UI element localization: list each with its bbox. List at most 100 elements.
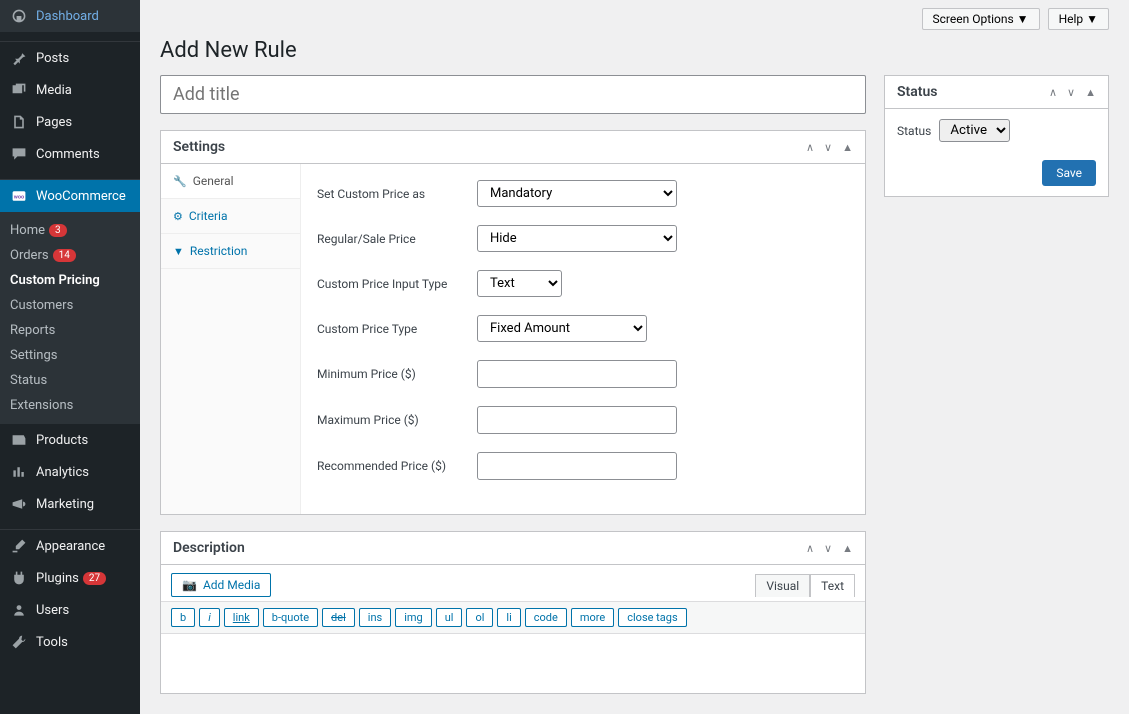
move-down-icon[interactable]: ∨ bbox=[824, 542, 832, 555]
field-label: Custom Price Type bbox=[317, 322, 477, 336]
qt-b[interactable]: b bbox=[171, 608, 195, 627]
megaphone-icon bbox=[10, 496, 28, 512]
tab-text[interactable]: Text bbox=[810, 574, 855, 597]
settings-postbox: Settings ∧ ∨ ▲ 🔧General ⚙Criteria ▼Restr… bbox=[160, 130, 866, 515]
qt-img[interactable]: img bbox=[395, 608, 432, 627]
sidebar-label: Products bbox=[36, 433, 88, 448]
sidebar-label: Comments bbox=[36, 147, 100, 162]
recommended-price-input[interactable] bbox=[477, 452, 677, 480]
submenu-label: Reports bbox=[10, 323, 55, 338]
move-up-icon[interactable]: ∧ bbox=[806, 141, 814, 154]
custom-price-type-select[interactable]: Fixed Amount bbox=[477, 315, 647, 342]
save-button[interactable]: Save bbox=[1042, 160, 1096, 186]
main-content: Screen Options ▼ Help ▼ Add New Rule Set… bbox=[140, 0, 1129, 714]
comments-icon bbox=[10, 146, 28, 162]
sidebar-item-posts[interactable]: Posts bbox=[0, 42, 140, 74]
sidebar-item-users[interactable]: Users bbox=[0, 594, 140, 626]
status-select[interactable]: Active bbox=[939, 119, 1010, 142]
submenu-label: Status bbox=[10, 373, 47, 388]
brush-icon bbox=[10, 538, 28, 554]
move-down-icon[interactable]: ∨ bbox=[824, 141, 832, 154]
dashboard-icon bbox=[10, 8, 28, 24]
submenu-item-customers[interactable]: Customers bbox=[0, 293, 140, 318]
sidebar-label: Posts bbox=[36, 51, 69, 66]
submenu-label: Orders bbox=[10, 248, 49, 263]
add-media-button[interactable]: 📷Add Media bbox=[171, 573, 271, 597]
move-up-icon[interactable]: ∧ bbox=[806, 542, 814, 555]
regular-sale-price-select[interactable]: Hide bbox=[477, 225, 677, 252]
screen-options-button[interactable]: Screen Options ▼ bbox=[922, 8, 1040, 30]
postbox-header: Status ∧ ∨ ▲ bbox=[885, 76, 1108, 109]
qt-ins[interactable]: ins bbox=[359, 608, 391, 627]
qt-del[interactable]: del bbox=[322, 608, 355, 627]
gear-icon: ⚙ bbox=[173, 210, 183, 223]
field-label: Recommended Price ($) bbox=[317, 459, 477, 473]
submenu-item-extensions[interactable]: Extensions bbox=[0, 393, 140, 418]
status-postbox: Status ∧ ∨ ▲ Status Active Save bbox=[884, 75, 1109, 197]
tab-visual[interactable]: Visual bbox=[755, 574, 810, 597]
sidebar-item-media[interactable]: Media bbox=[0, 74, 140, 106]
pin-icon bbox=[10, 50, 28, 66]
maximum-price-input[interactable] bbox=[477, 406, 677, 434]
postbox-title: Status bbox=[897, 84, 937, 100]
submenu-item-status[interactable]: Status bbox=[0, 368, 140, 393]
minimum-price-input[interactable] bbox=[477, 360, 677, 388]
field-label: Set Custom Price as bbox=[317, 187, 477, 201]
custom-price-input-type-select[interactable]: Text bbox=[477, 270, 562, 297]
admin-sidebar: Dashboard Posts Media Pages Comments woo… bbox=[0, 0, 140, 714]
svg-text:woo: woo bbox=[14, 194, 24, 200]
status-label: Status bbox=[897, 124, 931, 138]
submenu-label: Home bbox=[10, 223, 45, 238]
sidebar-item-products[interactable]: Products bbox=[0, 424, 140, 456]
editor-textarea[interactable] bbox=[161, 633, 865, 693]
qt-link[interactable]: link bbox=[224, 608, 259, 627]
sidebar-item-comments[interactable]: Comments bbox=[0, 138, 140, 170]
submenu-item-home[interactable]: Home3 bbox=[0, 218, 140, 243]
move-up-icon[interactable]: ∧ bbox=[1049, 86, 1057, 99]
toggle-icon[interactable]: ▲ bbox=[842, 141, 853, 154]
qt-bquote[interactable]: b-quote bbox=[263, 608, 318, 627]
sidebar-item-woocommerce[interactable]: woo WooCommerce bbox=[0, 180, 140, 212]
move-down-icon[interactable]: ∨ bbox=[1067, 86, 1075, 99]
qt-ol[interactable]: ol bbox=[466, 608, 493, 627]
qt-more[interactable]: more bbox=[571, 608, 614, 627]
page-title: Add New Rule bbox=[160, 38, 1109, 63]
sidebar-item-analytics[interactable]: Analytics bbox=[0, 456, 140, 488]
qt-close[interactable]: close tags bbox=[618, 608, 686, 627]
sidebar-item-plugins[interactable]: Plugins27 bbox=[0, 562, 140, 594]
qt-code[interactable]: code bbox=[525, 608, 567, 627]
qt-li[interactable]: li bbox=[497, 608, 520, 627]
submenu-item-reports[interactable]: Reports bbox=[0, 318, 140, 343]
camera-icon: 📷 bbox=[182, 578, 197, 592]
qt-ul[interactable]: ul bbox=[436, 608, 463, 627]
badge: 27 bbox=[83, 572, 106, 585]
pages-icon bbox=[10, 114, 28, 130]
qt-i[interactable]: i bbox=[199, 608, 220, 627]
toggle-icon[interactable]: ▲ bbox=[1085, 86, 1096, 99]
submenu-label: Customers bbox=[10, 298, 73, 313]
tab-restriction[interactable]: ▼Restriction bbox=[161, 234, 300, 269]
sidebar-item-marketing[interactable]: Marketing bbox=[0, 488, 140, 520]
set-custom-price-as-select[interactable]: Mandatory bbox=[477, 180, 677, 207]
sidebar-item-pages[interactable]: Pages bbox=[0, 106, 140, 138]
sidebar-item-tools[interactable]: Tools bbox=[0, 626, 140, 658]
users-icon bbox=[10, 602, 28, 618]
settings-tabs: 🔧General ⚙Criteria ▼Restriction bbox=[161, 164, 301, 514]
postbox-title: Description bbox=[173, 540, 245, 556]
sidebar-label: Pages bbox=[36, 115, 72, 130]
submenu-item-custom-pricing[interactable]: Custom Pricing bbox=[0, 268, 140, 293]
tab-general[interactable]: 🔧General bbox=[161, 164, 300, 199]
sidebar-label: Media bbox=[36, 83, 72, 98]
toggle-icon[interactable]: ▲ bbox=[842, 542, 853, 555]
sidebar-item-dashboard[interactable]: Dashboard bbox=[0, 0, 140, 32]
help-button[interactable]: Help ▼ bbox=[1048, 8, 1109, 30]
sidebar-label: Analytics bbox=[36, 465, 89, 480]
submenu-item-orders[interactable]: Orders14 bbox=[0, 243, 140, 268]
sidebar-item-appearance[interactable]: Appearance bbox=[0, 530, 140, 562]
tab-criteria[interactable]: ⚙Criteria bbox=[161, 199, 300, 234]
sidebar-label: Dashboard bbox=[36, 9, 99, 24]
title-input[interactable] bbox=[160, 75, 866, 114]
submenu-item-settings[interactable]: Settings bbox=[0, 343, 140, 368]
woocommerce-icon: woo bbox=[10, 188, 28, 204]
media-icon bbox=[10, 82, 28, 98]
